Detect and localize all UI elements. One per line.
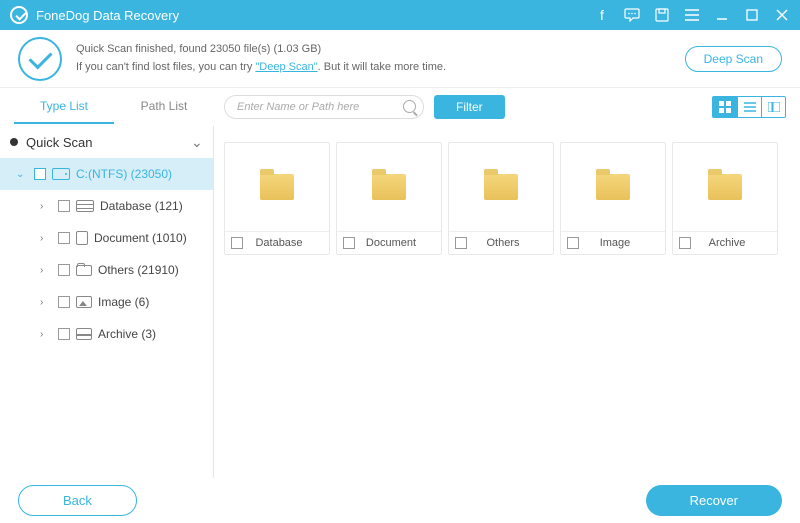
search-icon <box>403 100 416 113</box>
view-grid-icon[interactable] <box>713 97 737 117</box>
folder-icon <box>76 265 92 276</box>
status-panel: Quick Scan finished, found 23050 file(s)… <box>0 30 800 88</box>
tree-drive[interactable]: ⌄ C:(NTFS) (23050) <box>0 158 213 190</box>
folder-name: Database <box>235 237 323 249</box>
app-title: FoneDog Data Recovery <box>36 8 179 23</box>
view-detail-icon[interactable] <box>761 97 785 117</box>
view-toggle <box>712 96 786 118</box>
title-bar: FoneDog Data Recovery f <box>0 0 800 30</box>
app-logo-icon <box>10 6 28 24</box>
checkbox[interactable] <box>34 168 46 180</box>
tree-item-archive[interactable]: › Archive (3) <box>0 318 213 350</box>
folder-icon <box>372 174 406 200</box>
search-input[interactable] <box>224 95 424 119</box>
tab-path-list[interactable]: Path List <box>114 90 214 124</box>
check-icon <box>18 37 62 81</box>
toolbar: Type List Path List Filter <box>0 88 800 126</box>
filter-button[interactable]: Filter <box>434 95 505 119</box>
folder-card[interactable]: Image <box>560 142 666 255</box>
folder-card[interactable]: Database <box>224 142 330 255</box>
tree-item-document[interactable]: › Document (1010) <box>0 222 213 254</box>
tree-item-database[interactable]: › Database (121) <box>0 190 213 222</box>
maximize-icon[interactable] <box>744 7 760 23</box>
checkbox[interactable] <box>58 264 70 276</box>
chevron-right-icon[interactable]: › <box>40 201 52 212</box>
folder-name: Document <box>347 237 435 249</box>
sidebar: Quick Scan ⌄ ⌄ C:(NTFS) (23050) › Databa… <box>0 126 214 478</box>
chevron-right-icon[interactable]: › <box>40 233 52 244</box>
archive-icon <box>76 328 92 340</box>
tree-item-label: Archive (3) <box>98 327 156 341</box>
chevron-right-icon[interactable]: › <box>40 297 52 308</box>
facebook-icon[interactable]: f <box>594 7 610 23</box>
feedback-icon[interactable] <box>624 7 640 23</box>
document-icon <box>76 231 88 245</box>
checkbox[interactable] <box>58 296 70 308</box>
folder-card[interactable]: Document <box>336 142 442 255</box>
chevron-down-icon[interactable]: ⌄ <box>191 134 203 151</box>
tree-item-label: Document (1010) <box>94 231 187 245</box>
recover-button[interactable]: Recover <box>646 485 782 516</box>
chevron-right-icon[interactable]: › <box>40 329 52 340</box>
view-list-icon[interactable] <box>737 97 761 117</box>
back-button[interactable]: Back <box>18 485 137 516</box>
tree-root-quick-scan[interactable]: Quick Scan ⌄ <box>0 126 213 158</box>
folder-name: Archive <box>683 237 771 249</box>
folder-card[interactable]: Archive <box>672 142 778 255</box>
chevron-down-icon[interactable]: ⌄ <box>16 169 28 180</box>
folder-grid: Database Document Others Image Archive <box>214 126 800 478</box>
tab-type-list[interactable]: Type List <box>14 90 114 124</box>
folder-icon <box>260 174 294 200</box>
tree-item-label: Image (6) <box>98 295 149 309</box>
database-icon <box>76 200 94 212</box>
folder-icon <box>484 174 518 200</box>
menu-icon[interactable] <box>684 7 700 23</box>
status-message: Quick Scan finished, found 23050 file(s)… <box>76 41 671 76</box>
bullet-icon <box>10 138 18 146</box>
folder-card[interactable]: Others <box>448 142 554 255</box>
folder-icon <box>708 174 742 200</box>
image-icon <box>76 296 92 308</box>
footer: Back Recover <box>0 478 800 523</box>
deep-scan-link[interactable]: "Deep Scan" <box>255 61 317 73</box>
folder-name: Image <box>571 237 659 249</box>
deep-scan-button[interactable]: Deep Scan <box>685 46 782 72</box>
minimize-icon[interactable] <box>714 7 730 23</box>
checkbox[interactable] <box>58 200 70 212</box>
checkbox[interactable] <box>58 232 70 244</box>
checkbox[interactable] <box>58 328 70 340</box>
tree-item-label: Others (21910) <box>98 263 179 277</box>
folder-name: Others <box>459 237 547 249</box>
chevron-right-icon[interactable]: › <box>40 265 52 276</box>
tree-root-label: Quick Scan <box>26 135 185 150</box>
disk-icon <box>52 168 70 180</box>
tree-drive-label: C:(NTFS) (23050) <box>76 167 172 181</box>
close-icon[interactable] <box>774 7 790 23</box>
tree-item-label: Database (121) <box>100 199 183 213</box>
save-icon[interactable] <box>654 7 670 23</box>
tree-item-others[interactable]: › Others (21910) <box>0 254 213 286</box>
tree-item-image[interactable]: › Image (6) <box>0 286 213 318</box>
folder-icon <box>596 174 630 200</box>
